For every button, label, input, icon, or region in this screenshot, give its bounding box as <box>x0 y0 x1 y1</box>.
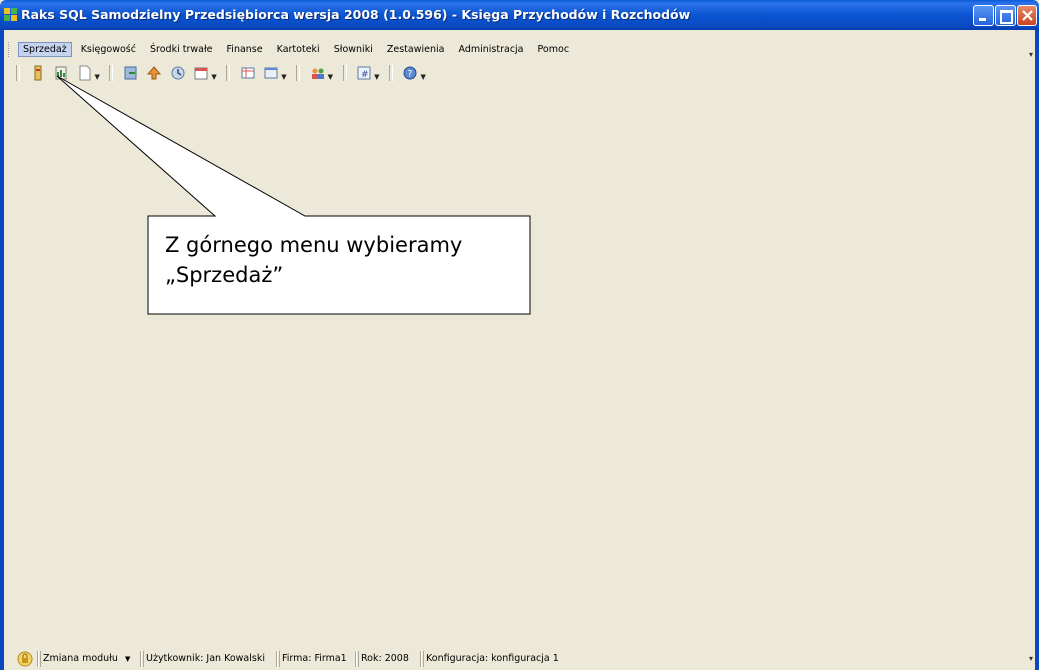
status-user: Użytkownik: Jan Kowalski <box>140 651 269 667</box>
status-year: Rok: 2008 <box>355 651 413 667</box>
callout-text: Z górnego menu wybieramy „Sprzedaż” <box>165 230 525 290</box>
status-bar: Zmiana modułu ▼ Użytkownik: Jan Kowalski… <box>0 648 1039 670</box>
callout-line-2: „Sprzedaż” <box>165 263 284 287</box>
module-switch-button[interactable]: Zmiana modułu ▼ <box>37 651 134 667</box>
statusbar-overflow-chevron-icon[interactable]: ▾ <box>1029 654 1033 663</box>
callout-line-1: Z górnego menu wybieramy <box>165 233 463 257</box>
module-switch-label: Zmiana modułu <box>43 653 118 664</box>
chevron-down-icon: ▼ <box>124 655 131 663</box>
status-company: Firma: Firma1 <box>276 651 351 667</box>
status-config: Konfiguracja: konfiguracja 1 <box>420 651 563 667</box>
callout-balloon <box>56 75 531 315</box>
lock-icon[interactable] <box>17 651 33 667</box>
